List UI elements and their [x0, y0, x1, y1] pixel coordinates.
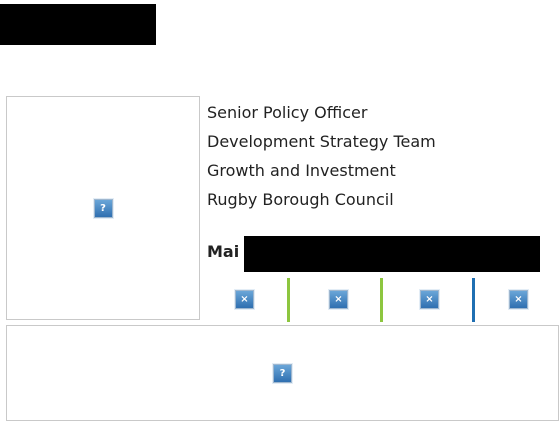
separator — [472, 278, 475, 322]
social-links-row: × × × × — [0, 278, 560, 322]
redacted-email — [244, 236, 540, 272]
signature-block: Senior Policy Officer Development Strate… — [207, 98, 436, 214]
social-link-icon[interactable]: × — [329, 290, 348, 309]
team-name: Development Strategy Team — [207, 132, 436, 151]
broken-image-icon: ? — [273, 363, 292, 383]
broken-image-icon: ? — [93, 198, 113, 218]
job-title: Senior Policy Officer — [207, 103, 368, 122]
social-link-icon[interactable]: × — [420, 290, 439, 309]
separator — [287, 278, 290, 322]
department-name: Growth and Investment — [207, 161, 396, 180]
mail-label: Mai — [207, 242, 240, 261]
organization-name: Rugby Borough Council — [207, 190, 394, 209]
separator — [380, 278, 383, 322]
banner-image-placeholder: ? — [6, 325, 559, 421]
social-link-icon[interactable]: × — [509, 290, 528, 309]
social-link-icon[interactable]: × — [235, 290, 254, 309]
redacted-header — [0, 4, 156, 45]
